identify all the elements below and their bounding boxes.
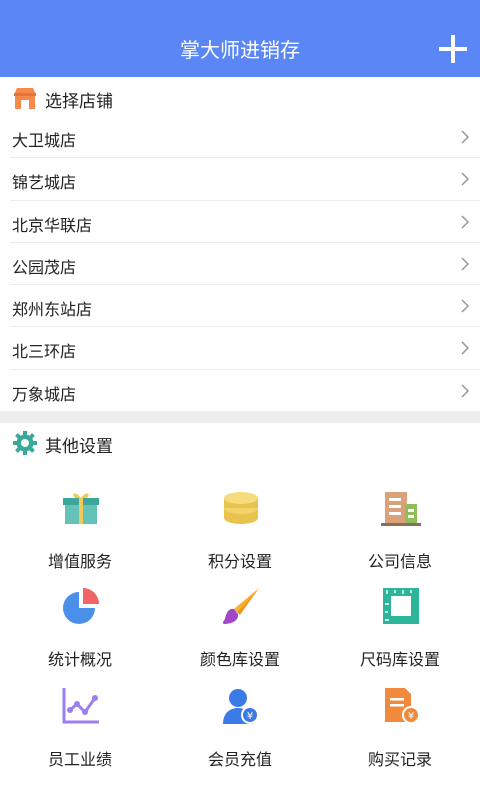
- settings-section-header: 其他设置: [0, 423, 480, 463]
- tile-label: 会员充值: [207, 752, 272, 769]
- store-item[interactable]: 万象城店: [10, 370, 480, 412]
- tile-label: 颜色库设置: [199, 652, 280, 669]
- purchase-record-button[interactable]: ¥ 购买记录: [320, 686, 480, 786]
- gear-icon: [13, 431, 37, 455]
- store-name: 公园茂店: [12, 259, 77, 277]
- store-item[interactable]: 公园茂店: [10, 243, 480, 286]
- tile-label: 积分设置: [207, 554, 272, 571]
- page-title: 掌大师进销存: [180, 40, 300, 62]
- tile-label: 统计概况: [47, 652, 112, 669]
- tile-label: 公司信息: [367, 554, 432, 571]
- store-name: 北京华联店: [12, 217, 93, 235]
- pie-chart-icon: [63, 588, 99, 624]
- store-list: 大卫城店 锦艺城店 北京华联店 公园茂店 郑州东站店 北三环店 万象城店: [0, 116, 480, 412]
- store-name: 北三环店: [12, 344, 77, 362]
- tile-label: 尺码库设置: [359, 652, 440, 669]
- value-added-service-button[interactable]: 增值服务: [0, 488, 160, 588]
- svg-text:¥: ¥: [247, 711, 253, 722]
- chevron-right-icon: [461, 299, 470, 313]
- purchase-record-icon: ¥: [385, 688, 420, 724]
- store-section-title: 选择店铺: [45, 92, 113, 111]
- member-recharge-button[interactable]: ¥ 会员充值: [160, 686, 320, 786]
- svg-text:¥: ¥: [408, 711, 414, 722]
- company-info-button[interactable]: 公司信息: [320, 488, 480, 588]
- color-library-settings-button[interactable]: 颜色库设置: [160, 586, 320, 686]
- store-name: 万象城店: [12, 386, 77, 404]
- ruler-icon: [383, 588, 419, 624]
- store-item[interactable]: 北京华联店: [10, 201, 480, 243]
- tile-label: 购买记录: [367, 752, 432, 769]
- chevron-right-icon: [461, 257, 470, 271]
- section-divider: [0, 411, 480, 423]
- store-name: 大卫城店: [12, 133, 77, 150]
- store-item[interactable]: 锦艺城店: [10, 158, 480, 201]
- points-settings-button[interactable]: 积分设置: [160, 488, 320, 588]
- store-icon: [14, 88, 36, 109]
- member-recharge-icon: ¥: [223, 689, 259, 724]
- chevron-right-icon: [461, 130, 470, 144]
- settings-section-title: 其他设置: [45, 437, 113, 456]
- store-item[interactable]: 郑州东站店: [10, 285, 480, 328]
- store-section-header: 选择店铺: [0, 78, 480, 118]
- staff-performance-button[interactable]: 员工业绩: [0, 686, 160, 786]
- tile-label: 增值服务: [47, 554, 112, 571]
- store-name: 锦艺城店: [12, 175, 77, 193]
- tile-label: 员工业绩: [47, 752, 112, 769]
- plus-icon[interactable]: [434, 30, 472, 68]
- building-icon: [381, 492, 421, 526]
- store-item[interactable]: 大卫城店: [10, 116, 480, 159]
- app-header: 掌大师进销存: [0, 0, 480, 77]
- store-name: 郑州东站店: [12, 302, 93, 320]
- chevron-right-icon: [461, 172, 470, 186]
- chevron-right-icon: [461, 384, 470, 398]
- paint-brush-icon: [222, 588, 259, 624]
- chevron-right-icon: [461, 341, 470, 356]
- size-library-settings-button[interactable]: 尺码库设置: [320, 586, 480, 686]
- gift-icon: [63, 493, 99, 524]
- line-chart-icon: [62, 688, 99, 724]
- chevron-right-icon: [461, 215, 470, 229]
- coins-icon: [224, 492, 258, 524]
- store-item[interactable]: 北三环店: [10, 327, 480, 370]
- statistics-overview-button[interactable]: 统计概况: [0, 586, 160, 686]
